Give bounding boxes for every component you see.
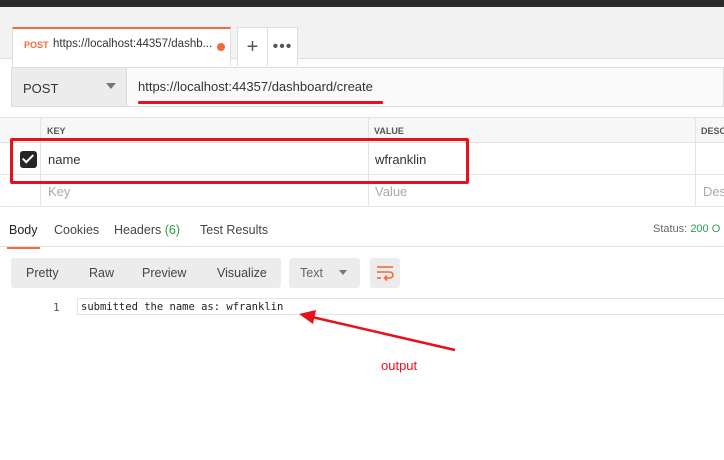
chevron-down-icon (339, 270, 347, 275)
new-tab-button[interactable]: + (237, 27, 268, 66)
annotation-underline (138, 101, 383, 104)
view-mode-visualize[interactable]: Visualize (217, 266, 267, 280)
format-select-value: Text (300, 266, 323, 280)
format-select[interactable]: Text (289, 258, 360, 288)
more-dots-icon: ••• (272, 38, 293, 55)
chevron-down-icon (106, 83, 116, 89)
tab-headers-label: Headers (114, 223, 162, 237)
request-tab-url: https://localhost:44357/dashb... (53, 38, 213, 50)
wrap-lines-button[interactable] (370, 258, 400, 288)
status-label: Status: (653, 223, 688, 235)
view-mode-pretty[interactable]: Pretty (26, 266, 59, 280)
column-header-description: DESCRI (701, 126, 724, 136)
view-mode-raw[interactable]: Raw (89, 266, 114, 280)
view-mode-segment: Pretty Raw Preview Visualize (11, 258, 281, 288)
response-tabs: Body Cookies Headers (6) Test Results St… (0, 213, 724, 249)
unsaved-dot-icon (217, 43, 225, 51)
column-divider (695, 117, 696, 207)
tab-body[interactable]: Body (7, 223, 39, 249)
request-tab-method: POST (24, 40, 49, 50)
request-tab[interactable]: POST https://localhost:44357/dashb... (12, 27, 231, 66)
response-body: 1 submitted the name as: wfranklin (0, 298, 724, 315)
wrap-lines-icon (377, 266, 394, 282)
response-status: Status: 200 O (653, 223, 720, 235)
code-line[interactable]: submitted the name as: wfranklin (77, 298, 724, 315)
plus-icon: + (246, 35, 259, 58)
line-number: 1 (53, 301, 60, 314)
response-body-text: submitted the name as: wfranklin (81, 301, 284, 313)
annotation-highlight-box (10, 138, 469, 184)
window-top-bar (0, 0, 724, 7)
body-toolbar: Pretty Raw Preview Visualize Text (0, 258, 724, 290)
tab-cookies[interactable]: Cookies (54, 223, 99, 237)
headers-count-badge: (6) (164, 223, 181, 237)
column-header-key: KEY (47, 126, 66, 136)
request-tab-strip: POST https://localhost:44357/dashb... + … (0, 7, 724, 66)
param-description-placeholder[interactable]: Des (703, 184, 724, 199)
tab-test-results[interactable]: Test Results (200, 223, 268, 237)
more-tabs-button[interactable]: ••• (267, 27, 298, 66)
view-mode-preview[interactable]: Preview (142, 266, 186, 280)
url-input[interactable]: https://localhost:44357/dashboard/create (138, 79, 373, 94)
annotation-label: output (381, 358, 418, 373)
method-select-value: POST (23, 81, 59, 96)
param-value-placeholder[interactable]: Value (375, 184, 407, 199)
column-header-value: VALUE (374, 126, 404, 136)
method-select[interactable]: POST (12, 68, 127, 106)
status-code: 200 O (690, 223, 721, 235)
param-key-placeholder[interactable]: Key (48, 184, 70, 199)
tab-headers[interactable]: Headers (6) (114, 223, 180, 237)
